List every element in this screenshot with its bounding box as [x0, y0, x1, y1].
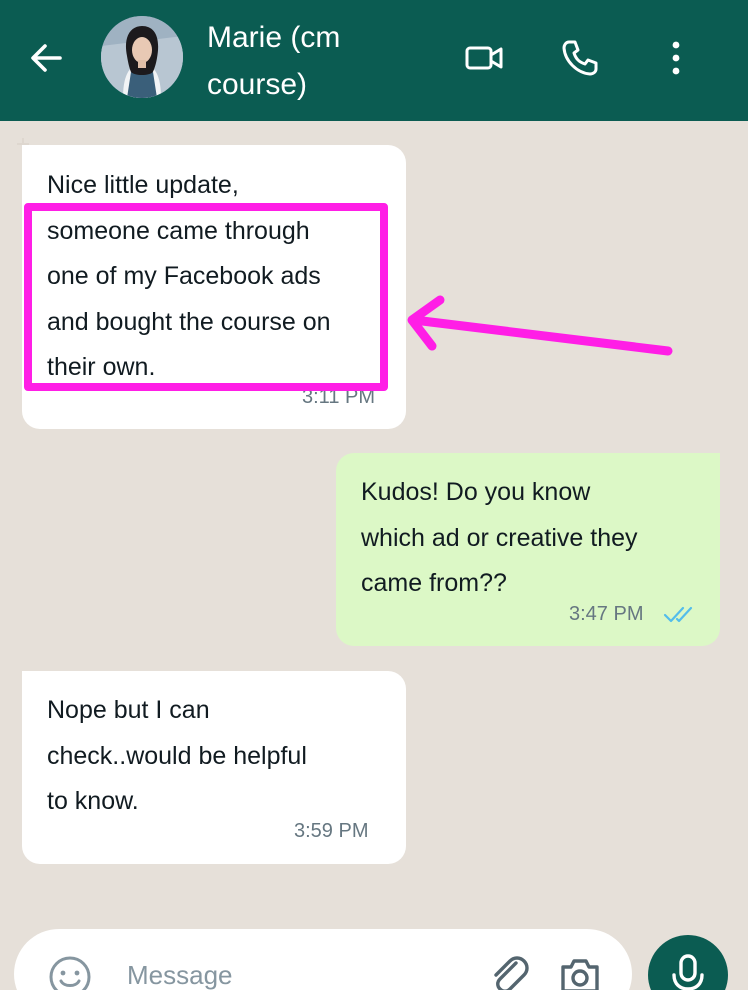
double-check-icon [663, 606, 693, 623]
video-call-icon[interactable] [464, 38, 504, 78]
message-input-bar[interactable] [14, 929, 632, 990]
message-input[interactable]: Message [127, 960, 233, 990]
avatar[interactable] [101, 16, 183, 98]
contact-name[interactable]: Marie (cm course) [207, 14, 437, 108]
message-text: Kudos! Do you know which ad or creative … [361, 478, 638, 597]
phone-call-icon[interactable] [560, 38, 600, 78]
message-text: Nope but I can check..would be helpful t… [47, 696, 307, 815]
chat-header: Marie (cm course) [0, 0, 748, 121]
message-time: 3:59 PM [294, 820, 369, 842]
paperclip-icon[interactable] [488, 953, 530, 990]
back-arrow-icon[interactable] [26, 38, 66, 78]
mic-icon [672, 954, 704, 990]
annotation-arrow-icon [407, 295, 673, 356]
more-vert-icon[interactable] [656, 38, 696, 78]
camera-icon[interactable] [558, 955, 602, 990]
emoji-icon[interactable] [48, 955, 92, 990]
highlight-box [24, 203, 388, 391]
message-time: 3:47 PM [569, 603, 644, 625]
